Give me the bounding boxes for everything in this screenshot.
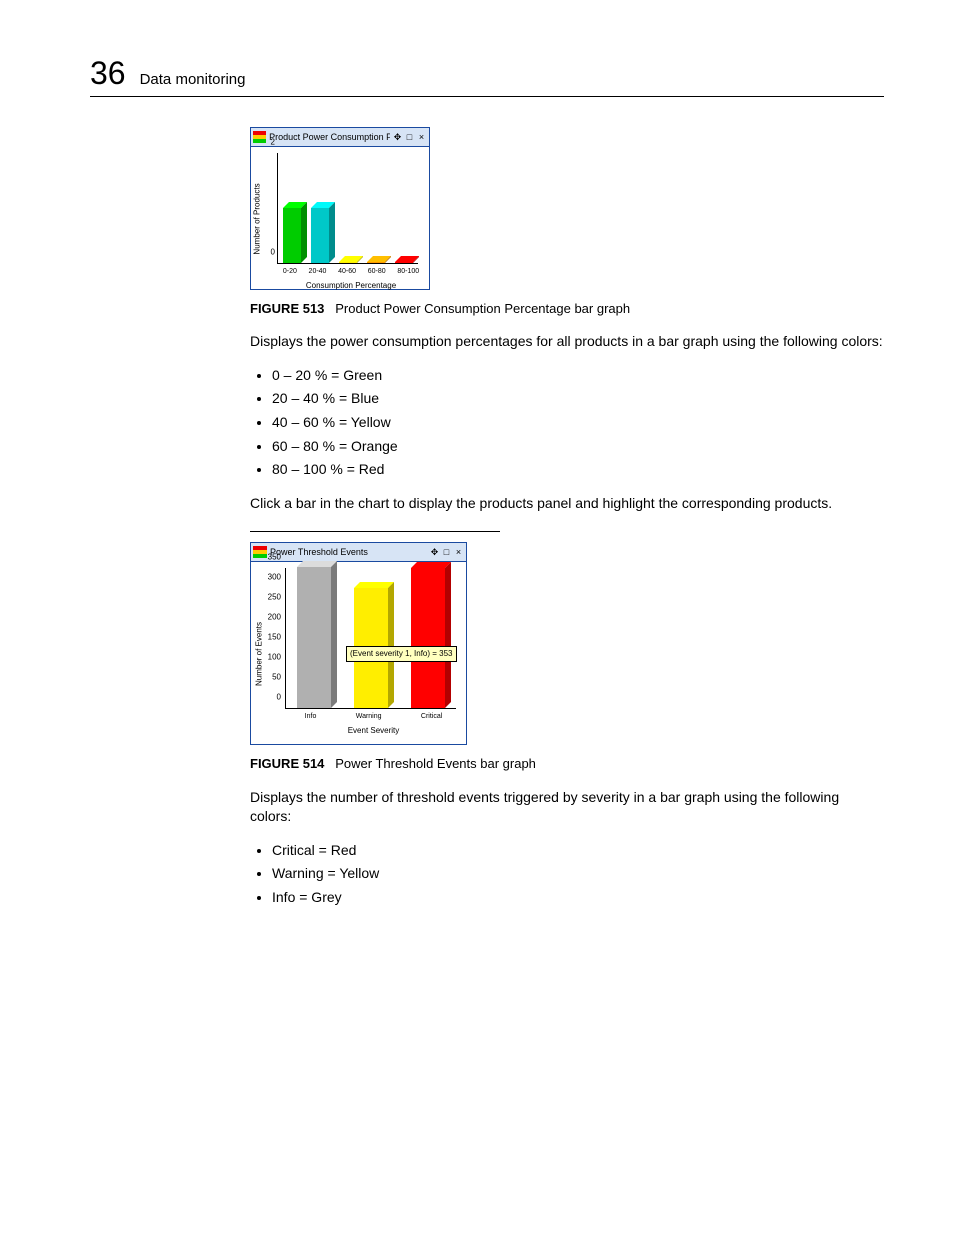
list-item: Warning = Yellow bbox=[272, 864, 884, 884]
y-axis-label: Number of Products bbox=[251, 183, 262, 254]
chart-bar[interactable] bbox=[283, 208, 301, 263]
y-tick: 50 bbox=[272, 672, 281, 683]
chart-widget-threshold: Power Threshold Events ✥ □ × Number of E… bbox=[250, 542, 467, 745]
y-tick: 300 bbox=[268, 572, 281, 583]
paragraph: Displays the number of threshold events … bbox=[250, 788, 884, 827]
pin-icon[interactable]: ✥ bbox=[392, 132, 403, 143]
y-tick: 0 bbox=[277, 692, 281, 703]
chart-tooltip: (Event severity 1, Info) = 353 bbox=[346, 646, 457, 661]
x-tick: 60-80 bbox=[368, 267, 386, 277]
chart-bar[interactable] bbox=[395, 262, 413, 263]
list-item: Critical = Red bbox=[272, 841, 884, 861]
x-ticks: Info Warning Critical bbox=[285, 712, 462, 722]
widget-titlebar: Power Threshold Events ✥ □ × bbox=[251, 543, 466, 562]
list-item: Info = Grey bbox=[272, 888, 884, 908]
x-tick: Info bbox=[305, 712, 317, 722]
widget-titlebar: Product Power Consumption P... ✥ □ × bbox=[251, 128, 429, 147]
x-tick: 20-40 bbox=[309, 267, 327, 277]
y-tick: 2 bbox=[271, 136, 275, 147]
y-tick: 100 bbox=[268, 652, 281, 663]
x-tick: Critical bbox=[421, 712, 442, 722]
x-axis-label: Event Severity bbox=[285, 725, 462, 736]
y-tick: 150 bbox=[268, 632, 281, 643]
bullet-list: Critical = Red Warning = Yellow Info = Gre… bbox=[250, 841, 884, 908]
y-tick: 350 bbox=[268, 552, 281, 563]
widget-title: Power Threshold Events bbox=[270, 546, 427, 559]
figure-caption: FIGURE 514 Power Threshold Events bar gr… bbox=[250, 755, 884, 773]
y-tick: 250 bbox=[268, 592, 281, 603]
x-tick: 0-20 bbox=[283, 267, 297, 277]
paragraph: Click a bar in the chart to display the … bbox=[250, 494, 884, 514]
list-item: 0 – 20 % = Green bbox=[272, 366, 884, 386]
chapter-number: 36 bbox=[90, 55, 126, 92]
list-item: 80 – 100 % = Red bbox=[272, 460, 884, 480]
widget-icon bbox=[253, 131, 266, 143]
maximize-icon[interactable]: □ bbox=[441, 547, 452, 558]
chart-bar[interactable] bbox=[311, 208, 329, 263]
chart-bar[interactable] bbox=[411, 568, 445, 708]
chart-bar[interactable] bbox=[339, 262, 357, 263]
page-content: Product Power Consumption P... ✥ □ × Num… bbox=[250, 127, 884, 908]
chart-bar[interactable] bbox=[367, 262, 385, 263]
x-tick: 80-100 bbox=[397, 267, 419, 277]
y-axis-label: Number of Events bbox=[253, 622, 264, 686]
pin-icon[interactable]: ✥ bbox=[429, 547, 440, 558]
chart-area[interactable]: (Event severity 1, Info) = 353 bbox=[285, 568, 456, 709]
divider bbox=[250, 531, 500, 532]
chart-bar[interactable] bbox=[297, 567, 331, 708]
y-tick: 200 bbox=[268, 612, 281, 623]
maximize-icon[interactable]: □ bbox=[404, 132, 415, 143]
figure-label: FIGURE 513 bbox=[250, 301, 324, 316]
figure-title: Power Threshold Events bar graph bbox=[335, 756, 536, 771]
chart-area[interactable] bbox=[277, 153, 418, 264]
close-icon[interactable]: × bbox=[416, 132, 427, 143]
chapter-title: Data monitoring bbox=[140, 71, 246, 88]
x-tick: 40-60 bbox=[338, 267, 356, 277]
list-item: 60 – 80 % = Orange bbox=[272, 437, 884, 457]
list-item: 40 – 60 % = Yellow bbox=[272, 413, 884, 433]
widget-title: Product Power Consumption P... bbox=[269, 131, 390, 144]
figure-caption: FIGURE 513 Product Power Consumption Per… bbox=[250, 300, 884, 318]
close-icon[interactable]: × bbox=[453, 547, 464, 558]
y-tick: 0 bbox=[271, 246, 275, 257]
widget-icon bbox=[253, 546, 267, 558]
list-item: 20 – 40 % = Blue bbox=[272, 389, 884, 409]
figure-label: FIGURE 514 bbox=[250, 756, 324, 771]
bullet-list: 0 – 20 % = Green 20 – 40 % = Blue 40 – 60 … bbox=[250, 366, 884, 480]
page-header: 36 Data monitoring bbox=[90, 55, 884, 97]
chart-widget-consumption: Product Power Consumption P... ✥ □ × Num… bbox=[250, 127, 430, 290]
x-axis-label: Consumption Percentage bbox=[277, 280, 425, 291]
figure-title: Product Power Consumption Percentage bar… bbox=[335, 301, 630, 316]
paragraph: Displays the power consumption percentag… bbox=[250, 332, 884, 352]
x-tick: Warning bbox=[356, 712, 382, 722]
x-ticks: 0-20 20-40 40-60 60-80 80-100 bbox=[277, 267, 425, 277]
